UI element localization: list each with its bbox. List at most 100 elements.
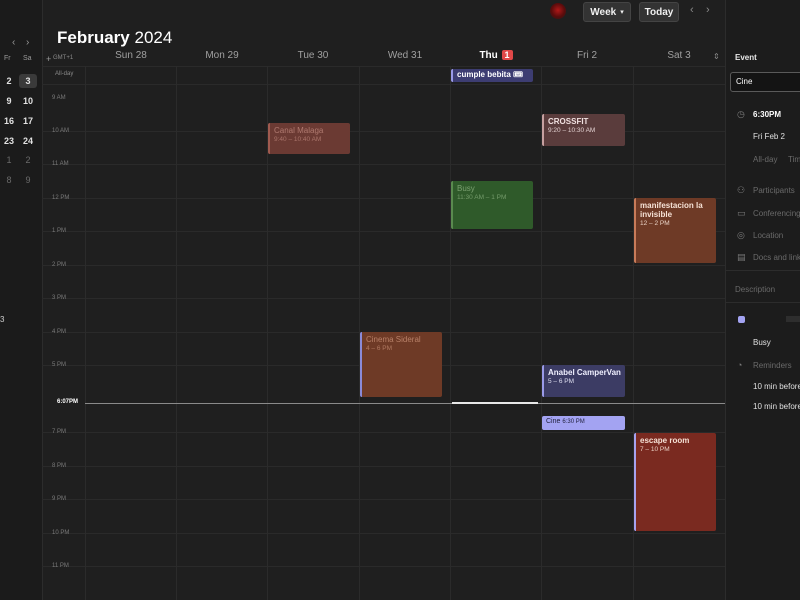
add-timezone-icon[interactable]: + [46,54,51,64]
mini-cal-day[interactable]: 9 [19,175,37,185]
mini-cal-day[interactable]: 8 [0,175,18,185]
event-title: manifestacion la invisible [640,201,703,219]
event-anabel-campervan[interactable]: Anabel CamperVan 5 – 6 PM [542,365,625,397]
timezone-label: GMT+1 [53,55,74,61]
page-title: February 2024 [57,28,172,48]
mini-cal-day[interactable]: 24 [19,136,37,146]
event-date[interactable]: Fri Feb 2 [753,132,785,141]
event-title: escape room [640,436,690,445]
reminder-item[interactable]: 10 min before [753,402,800,411]
event-time: 4 – 6 PM [366,345,393,352]
avatar[interactable] [550,3,566,19]
docs-field[interactable]: Docs and links [753,253,800,262]
grid-line [42,499,725,500]
previous-week-icon[interactable]: ‹ [690,4,694,16]
day-header-fri: Fri 2 [577,50,597,61]
event-crossfit[interactable]: CROSSFIT 9:20 – 10:30 AM [542,114,625,146]
event-title: CROSSFIT [548,117,589,126]
event-time: 7 – 10 PM [640,446,670,453]
event-title: Cinema Sideral [366,335,421,344]
day-header-wed: Wed 31 [387,50,423,61]
column-line [541,66,542,600]
day-header-sun: Sun 28 [115,50,147,61]
event-time: 11:30 AM – 1 PM [457,194,507,201]
calendar-select[interactable] [786,316,800,322]
mini-cal-day[interactable]: 2 [19,155,37,165]
mini-cal-day[interactable]: 9 [0,96,18,106]
panel-heading: Event [735,53,757,62]
event-time: 5 – 6 PM [548,378,575,385]
view-label: Week [590,6,617,18]
mini-cal-next-icon[interactable]: › [26,37,29,48]
start-time[interactable]: 6:30PM [753,110,781,119]
mini-cal-day-selected[interactable]: 3 [19,74,37,88]
view-select-button[interactable]: Week ▾ [583,2,631,22]
mini-cal-side-mark: 3 [0,315,5,324]
hour-label: 7 PM [52,429,67,435]
conferencing-field[interactable]: Conferencing [753,209,800,218]
video-icon: ▭ [737,208,746,218]
next-week-icon[interactable]: › [706,4,710,16]
grid-line [42,566,725,567]
mini-calendar: ‹ › Fr Sa 2 3 9 10 16 17 23 24 1 2 8 9 3 [0,0,43,600]
grid-line [42,466,725,467]
day-header-tue: Tue 30 [297,50,329,61]
mini-cal-day[interactable]: 23 [0,136,18,146]
grid-line [42,432,725,433]
hour-label: 9 PM [52,496,67,502]
day-header-thu: Thu 1 [450,50,542,66]
event-escape-room[interactable]: escape room 7 – 10 PM [634,433,716,531]
hour-label: 2 PM [52,262,67,268]
mini-cal-day[interactable]: 17 [19,116,37,126]
reminder-item[interactable]: 10 min before [753,382,800,391]
hour-label: 8 PM [52,463,67,469]
description-field[interactable]: Description [735,285,775,294]
year: 2024 [134,28,173,47]
event-detail-panel: Event Cine ◷ 6:30PM Fri Feb 2 All-day Ti… [725,0,800,600]
event-title: Cine [546,418,561,425]
event-busy[interactable]: Busy 11:30 AM – 1 PM [451,181,533,229]
day-header-thu-label: Thu [479,50,498,61]
hour-label: 11 PM [52,563,69,569]
location-icon: ◎ [737,230,745,240]
day-header-sat: Sat 3 [667,50,691,61]
event-title-value: Cine [736,77,753,86]
hour-label: 3 PM [52,295,67,301]
hour-label: 1 PM [52,228,67,234]
scroll-arrows-icon[interactable]: ⇕ [713,52,720,61]
availability-status[interactable]: Busy [753,338,771,347]
event-manifestacion[interactable]: manifestacion la invisible 12 – 2 PM [634,198,716,263]
grid-line [42,231,725,232]
event-time: 9:20 – 10:30 AM [548,127,596,134]
current-time-line [85,403,725,404]
column-line [176,66,177,600]
grid-line [42,164,725,165]
grid-line [42,265,725,266]
event-cine-selected[interactable]: Cine 6:30 PM [542,416,625,430]
event-title: cumple bebita 🎟 [457,70,524,79]
mini-cal-day[interactable]: 10 [19,96,37,106]
event-cinema-sideral[interactable]: Cinema Sideral 4 – 6 PM [360,332,442,397]
mini-cal-prev-icon[interactable]: ‹ [12,37,15,48]
calendar-color-swatch[interactable] [738,316,745,323]
event-title: Busy [457,184,475,193]
today-button[interactable]: Today [639,2,679,22]
mini-cal-day[interactable]: 2 [0,76,18,86]
column-line [85,66,86,600]
event-canal-malaga[interactable]: Canal Malaga 9:40 – 10:40 AM [268,123,350,154]
hour-label: 5 PM [52,362,67,368]
hour-label: 10 AM [52,128,70,134]
day-header-mon: Mon 29 [205,50,239,61]
mini-cal-day[interactable]: 1 [0,155,18,165]
event-title-input[interactable]: Cine [730,72,800,92]
hour-label: 11 AM [52,161,69,167]
timezone-toggle[interactable]: Tim [788,155,800,164]
allday-toggle[interactable]: All-day [753,155,777,164]
event-cumple-bebita[interactable]: cumple bebita 🎟 [451,69,533,82]
participants-field[interactable]: Participants [753,186,795,195]
weekday-label: Fr [4,55,11,62]
location-field[interactable]: Location [753,231,783,240]
grid-line [42,298,725,299]
mini-cal-day[interactable]: 16 [0,116,18,126]
clock-icon: ◷ [737,109,745,119]
